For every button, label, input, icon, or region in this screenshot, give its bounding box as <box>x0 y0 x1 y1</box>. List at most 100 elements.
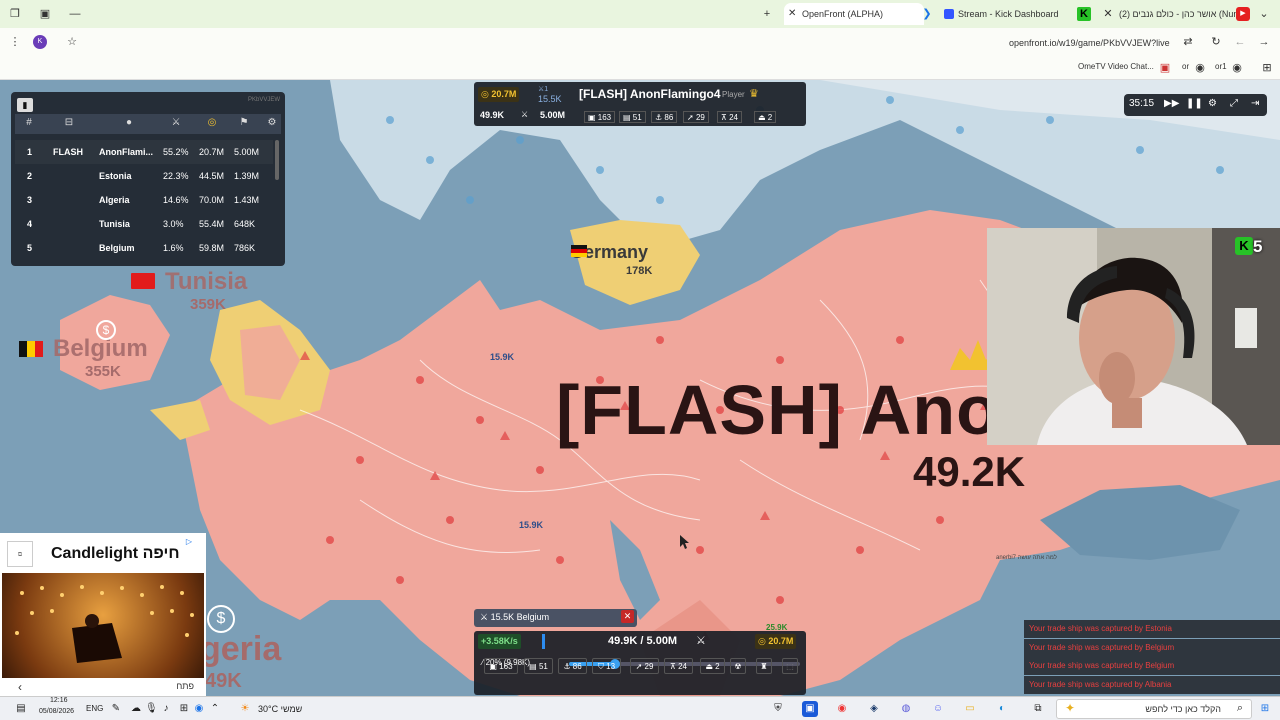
tab-kick-dashboard[interactable]: Stream - Kick Dashboard <box>940 3 1100 25</box>
app-folder-icon[interactable]: ▭ <box>962 701 978 717</box>
rank-cell: 2 <box>27 171 33 181</box>
ad-title: Candlelight חיפה <box>51 545 180 562</box>
app-discord-icon[interactable]: ☺ <box>930 701 946 717</box>
window-restore-icon[interactable]: ❐ <box>8 7 22 21</box>
new-tab-icon[interactable]: + <box>760 7 774 21</box>
reload-icon[interactable]: ↻ <box>1209 35 1223 49</box>
task-view-icon[interactable]: ⧉ <box>1030 701 1046 717</box>
player-icon[interactable]: ● <box>121 117 137 131</box>
site-settings-icon[interactable]: ⇄ <box>1181 35 1195 49</box>
fast-forward-icon[interactable]: ▶▶ <box>1164 98 1179 109</box>
bookmark-or1[interactable]: or1 <box>1215 62 1227 71</box>
microphone-icon[interactable]: 🎙 <box>145 701 158 717</box>
show-hidden-icon[interactable]: ⌃ <box>209 701 221 717</box>
build-sam-button[interactable]: ⊼ 24 <box>664 658 693 674</box>
taskbar-search[interactable]: ✦ הקלד כאן כדי לחפש ⌕ <box>1056 699 1252 719</box>
bluetooth-icon[interactable]: ◉ <box>193 701 205 717</box>
maximize-icon[interactable]: ▣ <box>38 7 52 21</box>
tab-openfront[interactable]: ✕ OpenFront (ALPHA) <box>784 3 924 25</box>
build-port-button[interactable]: ⚓ 86 <box>558 658 587 674</box>
candlelight-ad[interactable]: ⧉ Candlelight חיפה ▷ ‹ פתח <box>0 533 206 696</box>
leaderboard-row[interactable]: 4 Tunisia 3.0% 55.4M 648K <box>15 212 273 236</box>
bookmark-ometv[interactable]: OmeTV Video Chat... <box>1078 62 1154 71</box>
address-bar[interactable]: openfront.io/w19/game/PKbVVJEW?live <box>1009 38 1170 48</box>
player-name: [FLASH] AnonFlamingo4 <box>579 87 721 101</box>
exit-icon[interactable]: ⇥ <box>1251 98 1259 109</box>
settings-icon[interactable]: ⚙ <box>1208 98 1217 109</box>
max-troops-icon[interactable]: ⚑ <box>236 117 252 131</box>
back-icon[interactable]: → <box>1257 35 1271 49</box>
settings-icon[interactable]: ⚙ <box>264 117 280 131</box>
atom-bomb-icon[interactable]: ⬚ <box>782 658 798 674</box>
mirv-icon[interactable]: ♜ <box>756 658 772 674</box>
profile-avatar[interactable]: K <box>33 35 47 49</box>
minimize-icon[interactable]: — <box>68 7 82 21</box>
app-browser-icon[interactable]: ◍ <box>898 701 914 717</box>
leaderboard-row[interactable]: 5 Belgium 1.6% 59.8M 786K <box>15 236 273 260</box>
app-steam-icon[interactable]: ◈ <box>866 701 882 717</box>
close-tab-icon[interactable]: ✕ <box>788 3 796 25</box>
algeria-label: geria <box>200 630 282 668</box>
bookmark-or[interactable]: or <box>1182 62 1189 71</box>
trade-ship-captured-toast: Your trade ship was captured by Belgium <box>1024 657 1280 675</box>
apps-grid-icon[interactable]: ⊞ <box>1260 61 1274 75</box>
ad-info-icon[interactable]: ▷ <box>186 537 192 546</box>
onedrive-icon[interactable]: ☁ <box>130 701 142 717</box>
nuke-icon[interactable]: ☢ <box>730 658 746 674</box>
clan-icon[interactable]: ⊟ <box>61 117 77 131</box>
algeria-pop: 49K <box>205 670 242 692</box>
tab-youtube[interactable]: (2) אושר כהן - כולם גנבים (Nuni) <box>1115 3 1255 25</box>
app-word-icon[interactable]: ▣ <box>802 701 818 717</box>
germany-pop: 178K <box>626 265 653 277</box>
leaderboard: ▮ PKbVVJEW # ⊟ ● ⚔ ◎ ⚑ ⚙ 1 FLASH AnonFlami… <box>11 92 285 266</box>
build-missile-button[interactable]: ➚ 29 <box>630 658 659 674</box>
land-cell: 55.2% <box>163 147 189 157</box>
gold-icon[interactable]: ◎ <box>204 117 220 131</box>
menu-icon[interactable]: ⋮ <box>8 35 22 49</box>
gold-coin-icon: $ <box>96 320 116 340</box>
ad-prev-icon[interactable]: ‹ <box>18 680 22 694</box>
close-tab-icon[interactable]: ✕ <box>1101 7 1115 21</box>
build-city-button[interactable]: ▣ 163 <box>484 658 518 674</box>
close-icon[interactable]: ✕ <box>621 610 634 623</box>
kick-logo-icon: K <box>1077 7 1091 21</box>
troops-cell: 1.39M <box>234 171 260 181</box>
pause-icon[interactable]: ❚❚ <box>1186 98 1203 109</box>
bookmark-star-icon[interactable]: ☆ <box>65 35 79 49</box>
fullscreen-icon[interactable]: ⤢ <box>1230 98 1238 109</box>
app-edge-icon[interactable]: ◐ <box>994 701 1010 717</box>
troop-progress-bar <box>542 634 545 649</box>
leaderboard-row[interactable]: 2 Estonia 22.3% 44.5M 1.39M <box>15 164 273 188</box>
player-max-troops: 5.00M <box>540 110 566 120</box>
rank-header[interactable]: # <box>21 117 37 131</box>
windows-start-icon[interactable]: ⊞ <box>1258 701 1272 717</box>
bar-chart-icon[interactable]: ▮ <box>17 98 33 112</box>
forward-icon[interactable]: ← <box>1233 35 1247 49</box>
pen-icon[interactable]: ✎ <box>110 701 122 717</box>
player-name-cell: Tunisia <box>99 219 130 229</box>
app-security-icon[interactable]: ⛨ <box>770 701 786 717</box>
leaderboard-row[interactable]: 1 FLASH AnonFlami... 55.2% 20.7M 5.00M <box>15 140 273 164</box>
tab-search-icon[interactable]: ⌄ <box>1257 7 1271 21</box>
weather-widget[interactable]: 30°C שמשי <box>258 704 302 714</box>
ad-cta[interactable]: פתח <box>176 681 194 691</box>
browser-toolbar: ⋮ K ☆ openfront.io/w19/game/PKbVVJEW?liv… <box>0 28 1280 56</box>
leaderboard-scrollbar[interactable] <box>275 140 279 180</box>
missile-stat: ➚ 29 <box>683 111 709 123</box>
app-recorder-icon[interactable]: ◉ <box>834 701 850 717</box>
build-warship-button[interactable]: ⏏ 2 <box>700 658 725 674</box>
notification-icon[interactable]: ▤ <box>14 701 28 717</box>
build-factory-button[interactable]: ▤ 51 <box>524 658 553 674</box>
rank-cell: 5 <box>27 243 33 253</box>
troops-icon[interactable]: ⚔ <box>168 117 184 131</box>
viewer-count: 5 <box>1253 237 1263 256</box>
globe-icon: ◉ <box>1195 62 1205 74</box>
network-icon[interactable]: ⊞ <box>178 701 190 717</box>
troop-type-icon[interactable]: ⚔ <box>696 634 706 647</box>
language-indicator[interactable]: ENG <box>86 704 103 713</box>
tunisia-pop: 359K <box>190 296 226 313</box>
speaker-icon[interactable]: ♪ <box>160 701 172 717</box>
leaderboard-row[interactable]: 3 Algeria 14.6% 70.0M 1.43M <box>15 188 273 212</box>
build-defense-button[interactable]: ⛉ 13 <box>592 658 621 674</box>
search-placeholder: הקלד כאן כדי לחפש <box>1145 704 1221 714</box>
